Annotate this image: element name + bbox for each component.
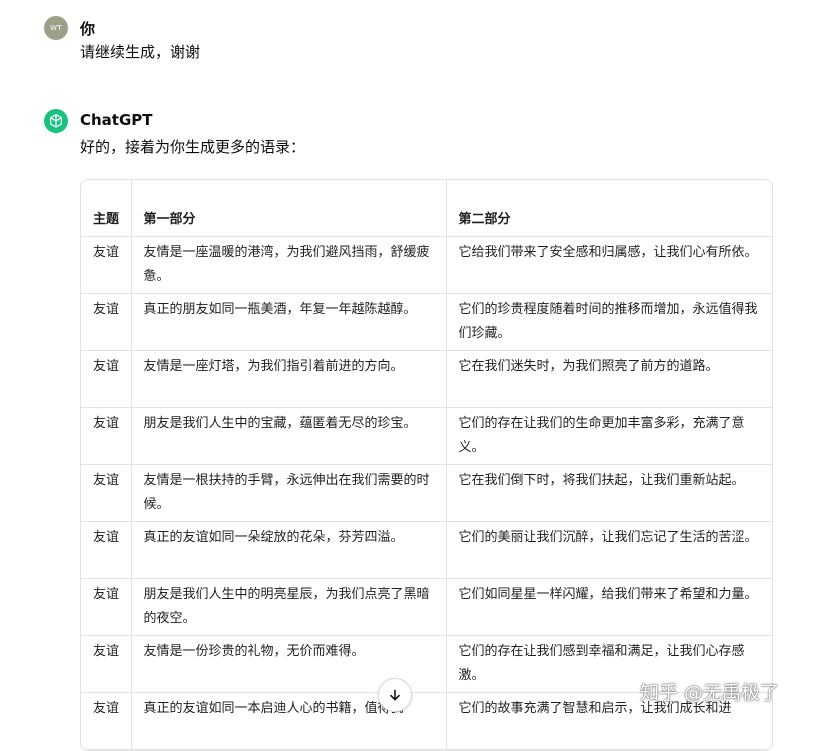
assistant-message: ChatGPT 好的，接着为你生成更多的语录： <box>44 109 831 159</box>
user-message: WT 你 请继续生成，谢谢 <box>44 16 831 66</box>
table-row: 友谊 朋友是我们人生中的宝藏，蕴匿着无尽的珍宝。 它们的存在让我们的生命更加丰富多彩… <box>81 407 772 465</box>
cell-part-one: 真正的友谊如同一朵绽放的花朵，芬芳四溢。 <box>131 521 447 579</box>
header-part-one: 第一部分 <box>131 180 447 237</box>
cell-topic: 友谊 <box>81 350 132 408</box>
cell-part-two: 它在我们迷失时，为我们照亮了前方的道路。 <box>446 350 772 408</box>
cell-topic: 友谊 <box>81 578 132 636</box>
cell-part-one: 友情是一根扶持的手臂，永远伸出在我们需要的时候。 <box>131 464 447 522</box>
table-row: 友谊 友情是一根扶持的手臂，永远伸出在我们需要的时候。 它在我们倒下时，将我们扶起，… <box>81 464 772 522</box>
cell-part-one: 友情是一座灯塔，为我们指引着前进的方向。 <box>131 350 447 408</box>
table-row: 友谊 真正的友谊如同一朵绽放的花朵，芬芳四溢。 它们的美丽让我们沉醉，让我们忘记了生… <box>81 521 772 579</box>
assistant-author-name: ChatGPT <box>80 111 153 129</box>
cell-topic: 友谊 <box>81 464 132 522</box>
cell-part-two: 它们的美丽让我们沉醉，让我们忘记了生活的苦涩。 <box>446 521 772 579</box>
header-topic: 主题 <box>81 180 132 237</box>
cell-topic: 友谊 <box>81 692 132 750</box>
assistant-message-text: 好的，接着为你生成更多的语录： <box>80 138 306 156</box>
cell-part-two: 它在我们倒下时，将我们扶起，让我们重新站起。 <box>446 464 772 522</box>
user-message-text: 请继续生成，谢谢 <box>80 43 201 61</box>
table-row: 友谊 友情是一座灯塔，为我们指引着前进的方向。 它在我们迷失时，为我们照亮了前方的道… <box>81 350 772 408</box>
avatar-initials: WT <box>50 24 62 32</box>
table-row: 友谊 真正的朋友如同一瓶美酒，年复一年越陈越醇。 它们的珍贵程度随着时间的推移而增加… <box>81 293 772 351</box>
table-row: 友谊 友情是一座温暖的港湾，为我们避风挡雨，舒缓疲惫。 它给我们带来了安全感和归属感… <box>81 236 772 294</box>
cell-part-one: 友情是一座温暖的港湾，为我们避风挡雨，舒缓疲惫。 <box>131 236 447 294</box>
table-body: 友谊 友情是一座温暖的港湾，为我们避风挡雨，舒缓疲惫。 它给我们带来了安全感和归属感… <box>81 236 772 750</box>
cell-part-two: 它们的珍贵程度随着时间的推移而增加，永远值得我们珍藏。 <box>446 293 772 351</box>
table-row: 友谊 朋友是我们人生中的明亮星辰，为我们点亮了黑暗的夜空。 它们如同星星一样闪耀，给… <box>81 578 772 636</box>
cell-part-two: 它们如同星星一样闪耀，给我们带来了希望和力量。 <box>446 578 772 636</box>
quotes-table-container: 主题 第一部分 第二部分 友谊 友情是一座温暖的港湾，为我们避风挡雨，舒缓疲惫。它… <box>80 179 773 751</box>
cell-topic: 友谊 <box>81 407 132 465</box>
quotes-table: 主题 第一部分 第二部分 友谊 友情是一座温暖的港湾，为我们避风挡雨，舒缓疲惫。它… <box>81 180 772 750</box>
cell-part-one: 真正的朋友如同一瓶美酒，年复一年越陈越醇。 <box>131 293 447 351</box>
cell-topic: 友谊 <box>81 236 132 294</box>
arrow-down-icon <box>390 689 400 701</box>
cell-topic: 友谊 <box>81 521 132 579</box>
zhihu-watermark: 知乎 @无禹极了 <box>640 682 780 704</box>
cell-part-one: 朋友是我们人生中的宝藏，蕴匿着无尽的珍宝。 <box>131 407 447 465</box>
cell-topic: 友谊 <box>81 635 132 693</box>
openai-logo-icon <box>44 109 68 133</box>
header-part-two: 第二部分 <box>446 180 772 237</box>
cell-topic: 友谊 <box>81 293 132 351</box>
user-avatar: WT <box>44 16 68 40</box>
cell-part-one: 朋友是我们人生中的明亮星辰，为我们点亮了黑暗的夜空。 <box>131 578 447 636</box>
scroll-down-button[interactable] <box>378 678 412 712</box>
user-author-name: 你 <box>80 20 96 38</box>
table-header-row: 主题 第一部分 第二部分 <box>81 180 772 237</box>
cell-part-two: 它们的存在让我们的生命更加丰富多彩，充满了意义。 <box>446 407 772 465</box>
cell-part-two: 它给我们带来了安全感和归属感，让我们心有所依。 <box>446 236 772 294</box>
